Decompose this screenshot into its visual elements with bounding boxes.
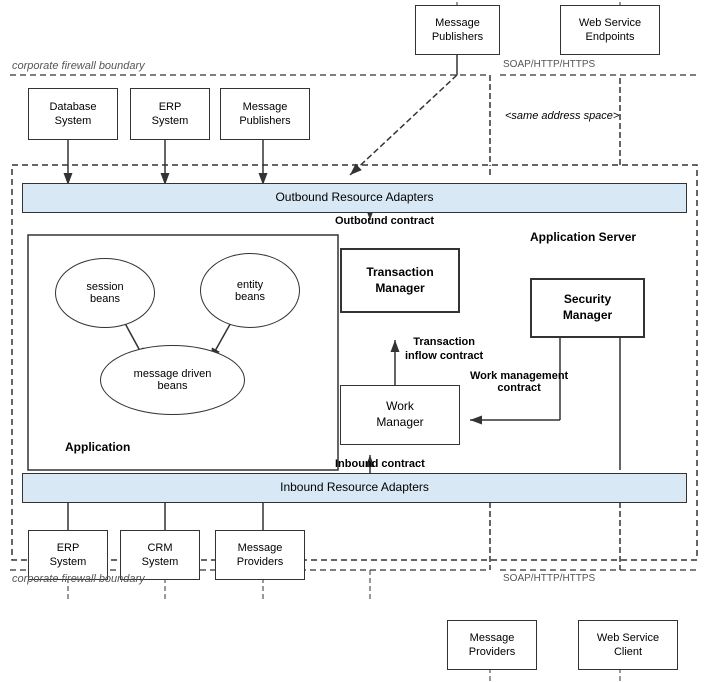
work-management-label: Work managementcontract — [470, 370, 568, 394]
inbound-adapters-box: Inbound Resource Adapters — [22, 473, 687, 503]
web-service-endpoints-box: Web Service Endpoints — [560, 5, 660, 55]
same-address-space-label: <same address space> — [505, 110, 619, 122]
security-manager-box: SecurityManager — [530, 278, 645, 338]
transaction-inflow-label: Transactioninflow contract — [405, 335, 483, 364]
session-beans-ellipse: sessionbeans — [55, 258, 155, 328]
erp-system-top-box: ERPSystem — [130, 88, 210, 140]
message-providers-bottom-left-box: MessageProviders — [215, 530, 305, 580]
message-publishers-top-box: Message Publishers — [415, 5, 500, 55]
application-server-label: Application Server — [530, 230, 636, 244]
diagram-container: Message Publishers Web Service Endpoints… — [0, 0, 711, 682]
message-driven-beans-ellipse: message drivenbeans — [100, 345, 245, 415]
soap-http-bottom-label: SOAP/HTTP/HTTPS — [503, 573, 595, 584]
outbound-adapters-box: Outbound Resource Adapters — [22, 183, 687, 213]
transaction-manager-box: TransactionManager — [340, 248, 460, 313]
message-providers-bottom-right-box: MessageProviders — [447, 620, 537, 670]
work-manager-box: WorkManager — [340, 385, 460, 445]
soap-http-top-label: SOAP/HTTP/HTTPS — [503, 59, 595, 70]
message-publishers-mid-box: MessagePublishers — [220, 88, 310, 140]
database-system-box: DatabaseSystem — [28, 88, 118, 140]
corporate-firewall-bottom-label: corporate firewall boundary — [12, 573, 145, 585]
inbound-contract-label: Inbound contract — [335, 458, 425, 470]
application-label: Application — [65, 440, 130, 454]
web-service-client-box: Web ServiceClient — [578, 620, 678, 670]
entity-beans-ellipse: entitybeans — [200, 253, 300, 328]
corporate-firewall-top-label: corporate firewall boundary — [12, 60, 145, 72]
outbound-contract-label: Outbound contract — [335, 215, 434, 227]
